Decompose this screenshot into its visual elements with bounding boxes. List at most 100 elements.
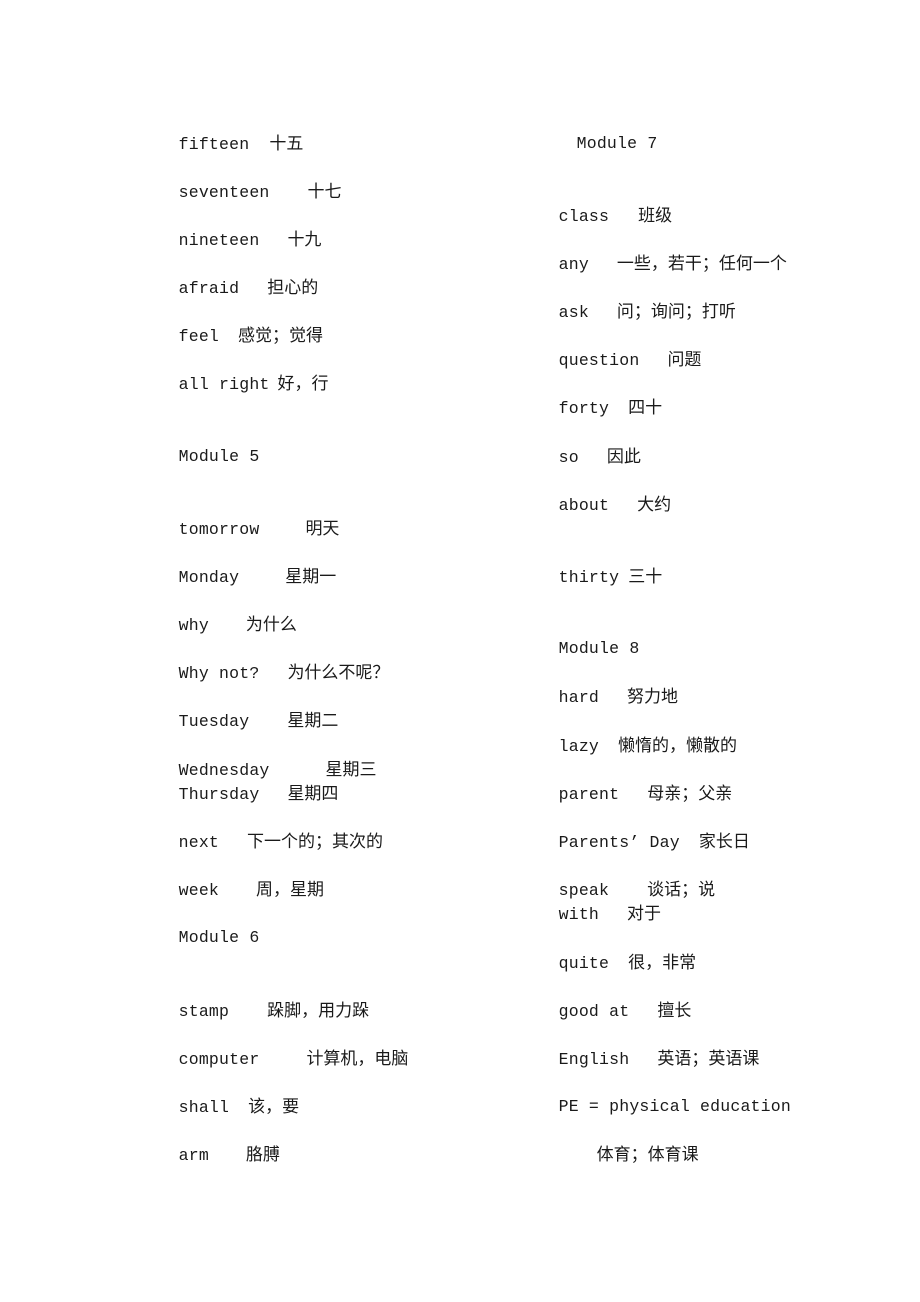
vocab-entry: English 英语；英语课 <box>519 1029 760 1069</box>
vocab-entry: Thursday 星期四 <box>139 764 339 804</box>
module-heading-text: Module 7 <box>576 134 658 153</box>
chinese-meaning: 担心的 <box>267 278 319 298</box>
chinese-meaning: 努力地 <box>627 687 679 707</box>
vocab-entry: quite 很，非常 <box>519 933 697 973</box>
vocab-entry: Monday 星期一 <box>139 547 337 587</box>
chinese-meaning: 明天 <box>305 519 340 539</box>
chinese-meaning: 为什么 <box>245 615 297 635</box>
vocab-entry: seventeen 十七 <box>139 162 342 202</box>
vocab-entry: speak 谈话；说 <box>519 860 716 900</box>
english-word: next <box>178 833 220 852</box>
vocab-entry: arm 胳膊 <box>139 1125 280 1165</box>
chinese-meaning: 问题 <box>667 350 702 370</box>
english-word: forty <box>558 399 610 418</box>
chinese-meaning: 懒惰的，懒散的 <box>618 736 738 756</box>
chinese-meaning: 星期一 <box>285 567 337 587</box>
chinese-meaning: 计算机，电脑 <box>306 1049 409 1069</box>
chinese-meaning: 为什么不呢？ <box>287 663 390 683</box>
english-word: with <box>558 905 600 924</box>
document-page: fifteen 十五 seventeen 十七 nineteen 十九 afraid 担… <box>0 0 920 1302</box>
vocab-entry: Why not? 为什么不呢？ <box>139 643 390 683</box>
vocab-entry: parent 母亲；父亲 <box>519 764 733 804</box>
chinese-meaning: 四十 <box>628 398 663 418</box>
vocab-entry: week 周，星期 <box>139 860 324 900</box>
vocab-entry: nineteen 十九 <box>139 210 322 250</box>
vocab-entry: Parents’ Day 家长日 <box>519 812 750 852</box>
english-word: shall <box>178 1098 230 1117</box>
vocab-entry: about 大约 <box>519 475 672 515</box>
english-word: lazy <box>558 737 600 756</box>
vocab-entry: class 班级 <box>519 186 673 226</box>
chinese-meaning: 家长日 <box>698 832 750 852</box>
vocab-entry: computer 计算机，电脑 <box>139 1029 409 1069</box>
english-word: fifteen <box>178 135 250 154</box>
english-word: seventeen <box>178 183 270 202</box>
chinese-meaning: 一些，若干；任何一个 <box>616 254 787 274</box>
module-heading: Module 7 <box>537 114 658 153</box>
vocab-entry: stamp 跺脚，用力跺 <box>139 981 370 1021</box>
vocab-entry: ask 问；询问；打听 <box>519 282 736 322</box>
english-word: tomorrow <box>178 520 260 539</box>
english-word: stamp <box>178 1002 230 1021</box>
english-word: class <box>558 207 610 226</box>
vocab-entry: good at 擅长 <box>519 981 692 1021</box>
vocab-entry: fifteen 十五 <box>139 114 304 154</box>
chinese-meaning: 十七 <box>307 182 342 202</box>
vocab-entry: feel 感觉；觉得 <box>139 306 323 346</box>
vocab-entry: any 一些，若干；任何一个 <box>519 234 787 274</box>
chinese-meaning: 该，要 <box>248 1097 300 1117</box>
vocab-entry: so 因此 <box>519 427 641 467</box>
chinese-meaning: 对于 <box>627 904 662 924</box>
vocab-entry: PE = physical education <box>519 1077 791 1116</box>
chinese-meaning: 十九 <box>287 230 322 250</box>
english-word: so <box>558 448 579 467</box>
module-heading: Module 6 <box>139 908 260 947</box>
english-word: Why not? <box>178 664 260 683</box>
english-word: about <box>558 496 610 515</box>
english-word: week <box>178 881 220 900</box>
english-word: parent <box>558 785 620 804</box>
chinese-meaning: 跺脚，用力跺 <box>267 1001 370 1021</box>
english-word: ask <box>558 303 589 322</box>
english-word: nineteen <box>178 231 260 250</box>
english-word: Thursday <box>178 785 260 804</box>
vocab-entry: with 对于 <box>519 884 661 924</box>
english-word: feel <box>178 327 220 346</box>
chinese-meaning: 大约 <box>637 495 672 515</box>
vocab-entry: Wednesday 星期三 <box>139 740 377 780</box>
vocab-entry: afraid 担心的 <box>139 258 319 298</box>
module-heading-text: Module 8 <box>558 639 640 658</box>
chinese-meaning: 母亲；父亲 <box>647 784 733 804</box>
vocab-entry: thirty 三十 <box>519 547 663 587</box>
chinese-meaning: 因此 <box>606 447 641 467</box>
chinese-meaning: 胳膊 <box>245 1145 280 1165</box>
english-word: PE = physical education <box>558 1097 791 1116</box>
english-word: Monday <box>178 568 240 587</box>
vocab-entry: next 下一个的；其次的 <box>139 812 383 852</box>
english-word: why <box>178 616 209 635</box>
chinese-meaning: 问；询问；打听 <box>616 302 736 322</box>
english-word: Parents’ Day <box>558 833 680 852</box>
english-word: all right <box>178 375 270 394</box>
english-word: question <box>558 351 640 370</box>
vocab-entry: hard 努力地 <box>519 667 678 707</box>
module-heading-text: Module 5 <box>178 447 260 466</box>
chinese-meaning: 擅长 <box>657 1001 692 1021</box>
chinese-meaning: 体育；体育课 <box>596 1145 699 1165</box>
module-heading: Module 5 <box>139 427 260 466</box>
vocab-entry: tomorrow 明天 <box>139 499 340 539</box>
vocab-entry: all right 好，行 <box>139 354 329 394</box>
vocab-entry: question 问题 <box>519 330 702 370</box>
english-word: computer <box>178 1050 260 1069</box>
chinese-meaning: 星期二 <box>287 711 339 731</box>
module-heading: Module 8 <box>519 619 640 658</box>
chinese-meaning: 好，行 <box>277 374 329 394</box>
vocab-entry: why 为什么 <box>139 595 297 635</box>
chinese-meaning: 感觉；觉得 <box>238 326 324 346</box>
chinese-meaning: 下一个的；其次的 <box>247 832 384 852</box>
english-word: afraid <box>178 279 240 298</box>
english-word: thirty <box>558 568 620 587</box>
chinese-meaning: 班级 <box>638 206 673 226</box>
english-word: quite <box>558 954 610 973</box>
chinese-meaning: 很，非常 <box>628 953 697 973</box>
